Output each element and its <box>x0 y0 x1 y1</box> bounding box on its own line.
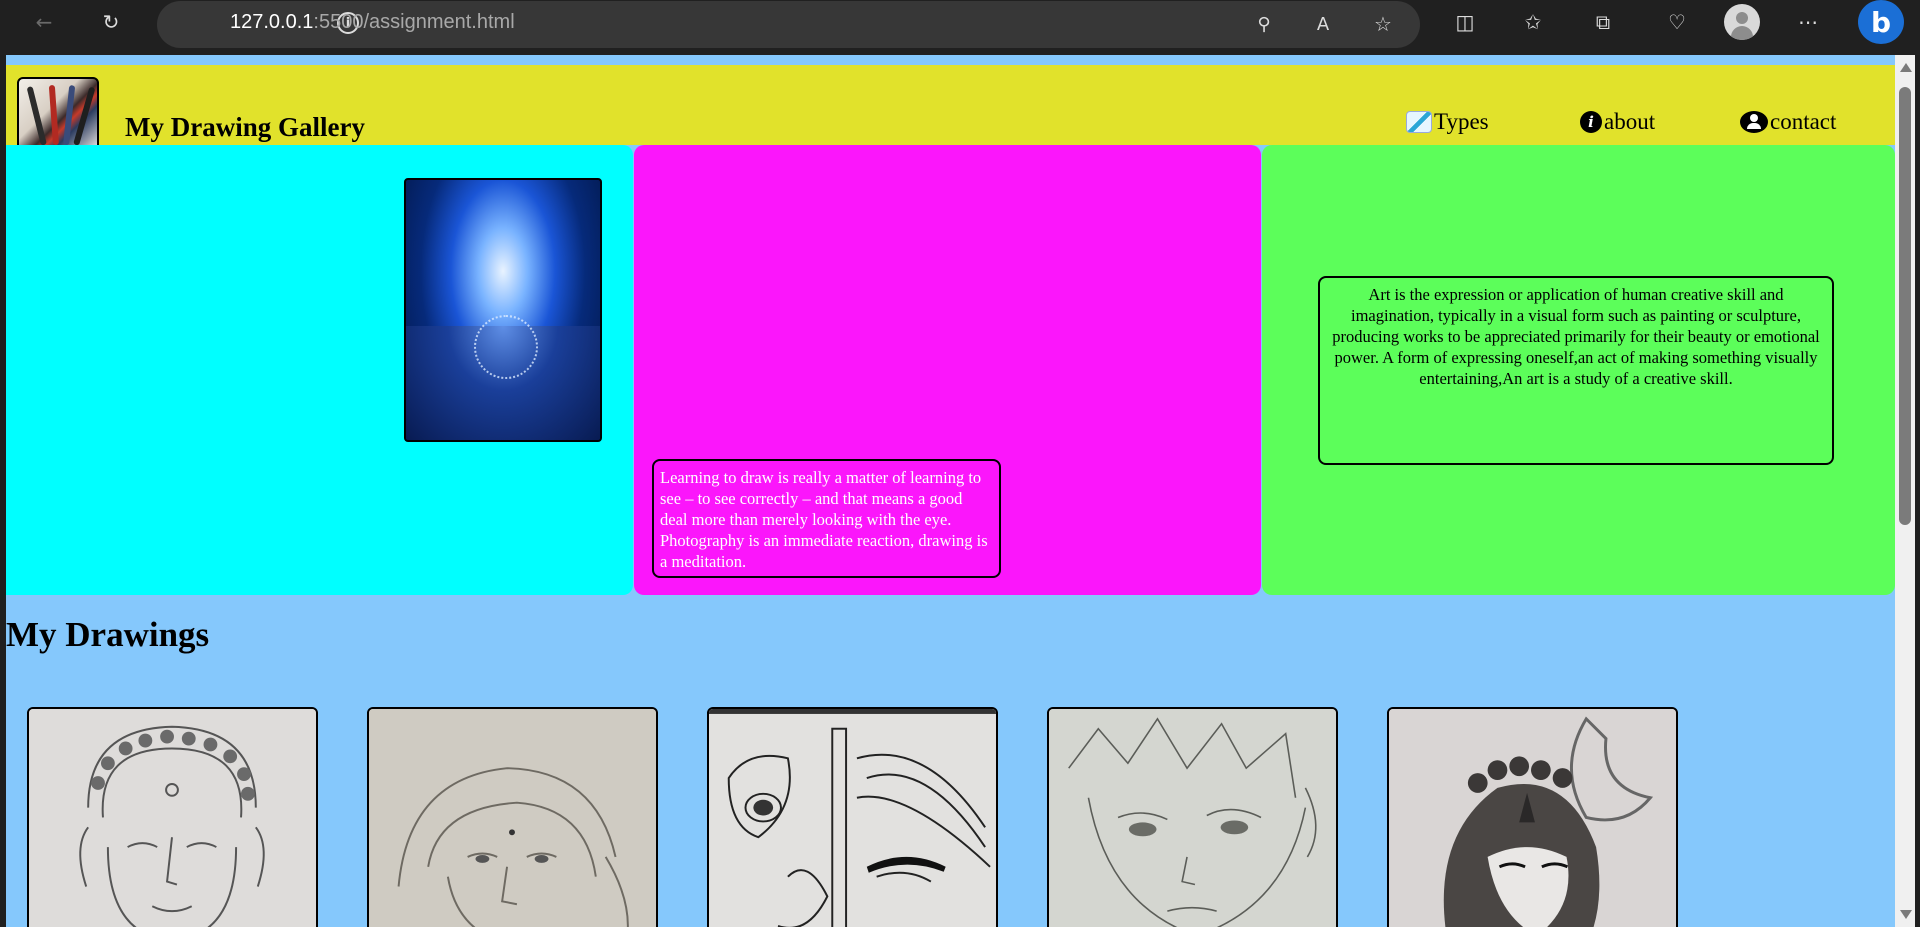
section-title-drawings: My Drawings <box>6 615 210 654</box>
site-header: My Drawing Gallery Types i about contact <box>6 65 1895 153</box>
read-aloud-icon[interactable]: A <box>1305 6 1341 42</box>
page-viewport: My Drawing Gallery Types i about contact… <box>6 55 1895 927</box>
zoom-out-icon[interactable]: ⚲ <box>1246 6 1282 42</box>
bing-copilot-icon[interactable]: b <box>1858 0 1904 44</box>
split-screen-icon[interactable]: ◫ <box>1447 4 1483 40</box>
collections-icon[interactable]: ⧉ <box>1585 4 1621 40</box>
health-icon[interactable]: ♡ <box>1659 4 1695 40</box>
art-definition: Art is the expression or application of … <box>1318 276 1834 465</box>
url-text[interactable]: 127.0.0.1:5500/assignment.html <box>230 11 515 34</box>
panel-pink: Learning to draw is really a matter of l… <box>634 145 1261 595</box>
panel-cyan <box>6 145 633 595</box>
nav-link-types[interactable]: Types <box>1406 109 1489 135</box>
logo-brushes-image <box>17 77 99 153</box>
scroll-up-icon[interactable] <box>1900 63 1912 72</box>
drawing-quote: Learning to draw is really a matter of l… <box>652 459 1001 578</box>
drawing-girl-portrait-image <box>367 707 658 927</box>
favorites-icon[interactable]: ✩ <box>1515 4 1551 40</box>
nav-label-types: Types <box>1434 109 1489 134</box>
drawing-buddha-image <box>27 707 318 927</box>
page-scrollbar[interactable] <box>1895 55 1915 927</box>
favorite-star-icon[interactable]: ☆ <box>1365 6 1401 42</box>
nav-link-about[interactable]: i about <box>1580 109 1655 135</box>
info-icon: i <box>1580 111 1602 133</box>
refresh-icon[interactable]: ↻ <box>93 4 129 40</box>
nav-label-about: about <box>1604 109 1656 134</box>
pencil-icon <box>1406 111 1432 133</box>
url-path: :5500/assignment.html <box>313 11 515 33</box>
drawing-krishna-flute-image <box>707 707 998 927</box>
water-splash-image <box>404 178 602 442</box>
user-icon <box>1740 111 1768 133</box>
scroll-down-icon[interactable] <box>1900 910 1912 919</box>
nav-label-contact: contact <box>1770 109 1837 134</box>
back-icon[interactable]: ← <box>26 4 62 40</box>
url-host: 127.0.0.1 <box>230 11 314 33</box>
browser-toolbar: ← ↻ i 127.0.0.1:5500/assignment.html ⚲ A… <box>0 0 1920 55</box>
panel-green: Art is the expression or application of … <box>1262 145 1895 595</box>
address-bar[interactable]: i 127.0.0.1:5500/assignment.html ⚲ A ☆ <box>157 1 1420 48</box>
drawing-shiva-image <box>1387 707 1678 927</box>
site-title: My Drawing Gallery <box>125 112 365 142</box>
more-menu-icon[interactable]: ⋯ <box>1790 4 1826 40</box>
nav-link-contact[interactable]: contact <box>1740 109 1836 135</box>
profile-avatar[interactable] <box>1724 4 1760 40</box>
drawing-anime-boy-image <box>1047 707 1338 927</box>
scrollbar-thumb[interactable] <box>1899 87 1911 525</box>
